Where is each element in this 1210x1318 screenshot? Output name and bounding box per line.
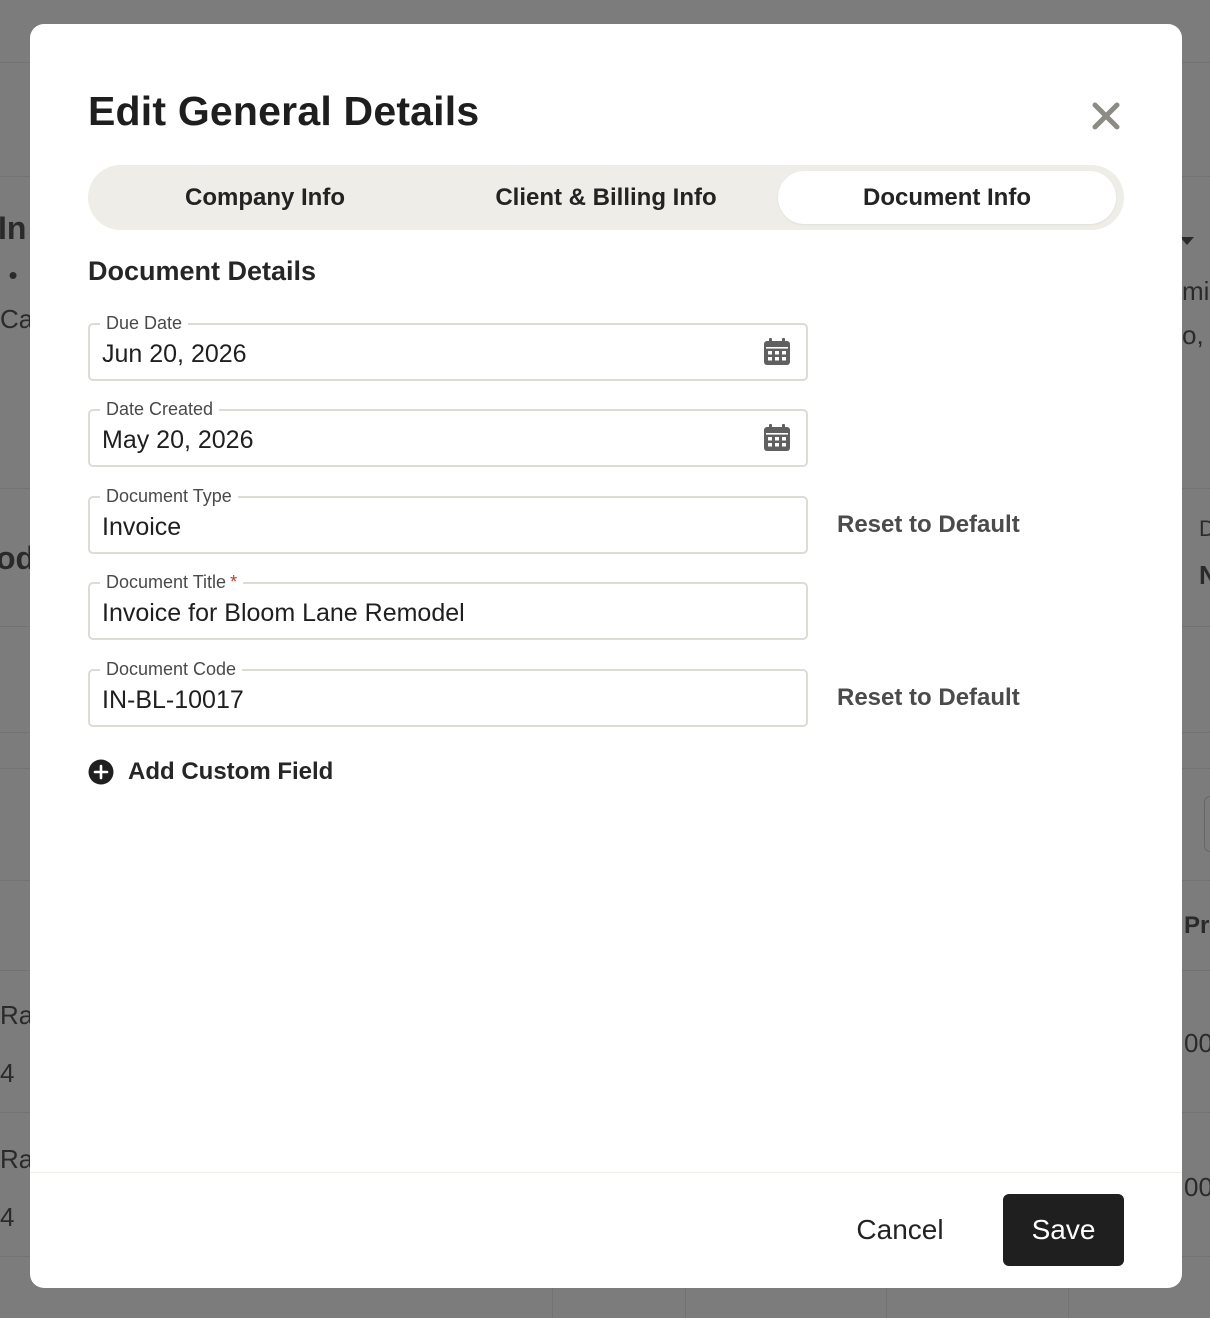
save-button[interactable]: Save [1003, 1194, 1124, 1266]
plus-circle-icon [88, 759, 114, 785]
bg-caret-icon [1180, 237, 1194, 245]
close-button[interactable] [1084, 94, 1128, 138]
footer-divider [30, 1172, 1182, 1173]
tab-client-billing-info[interactable]: Client & Billing Info [434, 171, 778, 224]
tab-label: Document Info [863, 183, 1031, 211]
add-custom-field-button[interactable]: Add Custom Field [88, 758, 333, 786]
field-label: Document Title * [100, 571, 244, 593]
tab-label: Client & Billing Info [495, 183, 717, 211]
bg-text: 4 [0, 1202, 15, 1232]
document-code-field[interactable]: Document Code IN-BL-10017 [88, 658, 808, 727]
section-title: Document Details [88, 256, 317, 286]
tab-bar: Company Info Client & Billing Info Docum… [88, 165, 1124, 230]
due-date-value[interactable]: Jun 20, 2026 [102, 339, 247, 369]
date-created-value[interactable]: May 20, 2026 [102, 425, 254, 455]
bg-text: Pr [1184, 912, 1210, 939]
due-date-calendar-button[interactable] [762, 337, 792, 367]
calendar-icon [764, 424, 790, 451]
document-code-reset-button[interactable]: Reset to Default [837, 684, 1020, 712]
date-created-field[interactable]: Date Created May 20, 2026 [88, 398, 808, 467]
add-custom-field-label: Add Custom Field [128, 758, 334, 785]
calendar-icon [764, 338, 790, 365]
document-title-value[interactable]: Invoice for Bloom Lane Remodel [102, 598, 465, 628]
tab-label: Company Info [185, 183, 345, 211]
bg-text: N [1199, 560, 1210, 590]
document-title-field[interactable]: Document Title * Invoice for Bloom Lane R… [88, 571, 808, 640]
document-type-value[interactable]: Invoice [102, 512, 181, 542]
document-code-value[interactable]: IN-BL-10017 [102, 685, 244, 715]
bg-input [1204, 796, 1210, 852]
bg-text: 00 [1184, 1172, 1210, 1202]
cancel-button[interactable]: Cancel [836, 1194, 964, 1266]
date-created-calendar-button[interactable] [762, 423, 792, 453]
required-indicator: * [230, 572, 238, 592]
field-label: Due Date [100, 312, 189, 334]
due-date-field[interactable]: Due Date Jun 20, 2026 [88, 312, 808, 381]
bg-text: 00 [1184, 1028, 1210, 1058]
bg-text: 4 [0, 1058, 15, 1088]
bg-text: Ca [0, 304, 34, 334]
bg-text: In [0, 210, 27, 246]
field-label-text: Document Title [106, 572, 227, 592]
field-label: Date Created [100, 398, 220, 420]
tab-company-info[interactable]: Company Info [96, 171, 434, 224]
bg-text: : • [0, 260, 18, 290]
bg-text: mi [1182, 276, 1210, 306]
tab-document-info[interactable]: Document Info [778, 171, 1116, 224]
document-type-reset-button[interactable]: Reset to Default [837, 511, 1020, 539]
modal-title: Edit General Details [88, 88, 480, 134]
bg-text: o, [1182, 320, 1204, 350]
close-icon [1092, 102, 1120, 130]
bg-text: D [1199, 516, 1210, 541]
field-label: Document Code [100, 658, 243, 680]
field-label: Document Type [100, 485, 238, 507]
edit-general-details-modal: Edit General Details Company Info Client… [30, 24, 1182, 1288]
document-type-field[interactable]: Document Type Invoice [88, 485, 808, 554]
